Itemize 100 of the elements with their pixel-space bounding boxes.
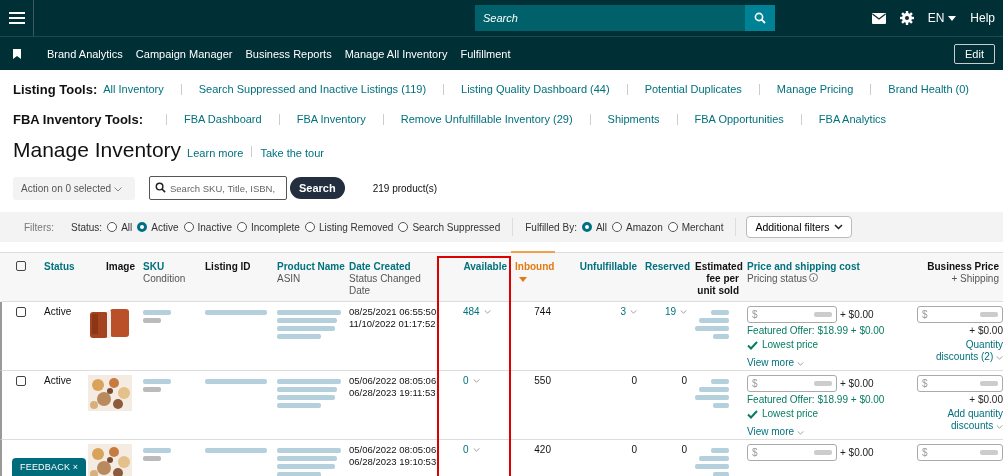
radio-label: Search Suppressed: [412, 221, 501, 233]
mail-icon[interactable]: [871, 12, 886, 24]
column-header: Image: [106, 261, 135, 272]
date-text: 05/06/2022 08:05:06: [349, 444, 437, 456]
quantity-discounts-link[interactable]: Add quantity discounts: [923, 408, 1003, 432]
quantity-text: 3: [620, 306, 626, 318]
date-text: 06/28/2023 19:11:53: [349, 387, 436, 399]
blurred-text: [277, 448, 341, 476]
blurred-text: [695, 379, 729, 408]
tool-link[interactable]: Listing Quality Dashboard (44): [461, 83, 610, 95]
date-text: 08/25/2021 06:55:50: [349, 306, 437, 318]
search-icon: [754, 12, 766, 24]
quantity-text: 19: [664, 306, 676, 318]
help-link[interactable]: Take the tour: [260, 147, 324, 159]
column-header[interactable]: Date Created: [349, 261, 411, 272]
tool-link[interactable]: FBA Opportunities: [694, 113, 784, 125]
tool-link[interactable]: Manage Pricing: [776, 83, 854, 95]
column-header: Estimated fee per unit sold: [695, 261, 743, 296]
additional-filters-button[interactable]: Additional filters: [746, 216, 852, 238]
tool-link[interactable]: Shipments: [607, 113, 660, 125]
radio-button[interactable]: [183, 222, 194, 232]
tools-label: FBA Inventory Tools:: [13, 111, 143, 127]
tool-link[interactable]: Potential Duplicates: [644, 83, 742, 95]
filters-label: Filters:: [24, 221, 54, 233]
radio-button[interactable]: [667, 222, 678, 232]
radio-label: Merchant: [681, 221, 724, 233]
radio-button[interactable]: [581, 222, 592, 232]
tools-label: Listing Tools:: [13, 81, 98, 97]
language-dropdown[interactable]: EN: [927, 11, 957, 25]
bookmark-icon[interactable]: [13, 48, 21, 59]
nav-link[interactable]: Fulfillment: [460, 47, 511, 60]
chevron-icon: [996, 356, 1003, 360]
quantity-discounts-link[interactable]: Quantity discounts (2): [923, 339, 1003, 363]
checkbox[interactable]: [16, 261, 26, 271]
column-header[interactable]: SKU: [143, 261, 165, 272]
nav-link[interactable]: Business Reports: [245, 47, 332, 60]
tool-link[interactable]: All Inventory: [103, 83, 164, 95]
tool-link[interactable]: FBA Analytics: [818, 113, 887, 125]
featured-offer-text: Featured Offer: $18.99 + $0.00: [747, 325, 886, 337]
search-field[interactable]: Search: [475, 5, 745, 31]
column-header[interactable]: Product Name: [277, 261, 345, 272]
shipping-text: + $0.00: [840, 377, 874, 390]
blurred-text: [205, 310, 267, 315]
action-dropdown[interactable]: Action on 0 selected: [13, 176, 135, 200]
nav-link[interactable]: Brand Analytics: [47, 47, 123, 60]
column-header[interactable]: Status: [44, 261, 75, 272]
date-text: 05/06/2022 08:05:06: [349, 375, 437, 387]
check-icon: [747, 409, 758, 419]
feedback-button[interactable]: FEEDBACK ×: [12, 458, 87, 476]
radio-button[interactable]: [236, 222, 247, 232]
quantity-link[interactable]: 484: [463, 306, 480, 318]
radio-button[interactable]: [612, 222, 623, 232]
radio-button[interactable]: [137, 222, 148, 232]
tool-link[interactable]: FBA Inventory: [296, 113, 366, 125]
help-link[interactable]: Learn more: [187, 147, 244, 159]
tool-link[interactable]: FBA Dashboard: [184, 113, 262, 125]
product-count: 219 product(s): [372, 182, 438, 194]
column-subheader: Pricing status: [747, 273, 904, 285]
column-header[interactable]: Price and shipping cost: [747, 261, 860, 272]
search-icon: [155, 182, 166, 193]
search-button[interactable]: Search: [290, 177, 345, 199]
edit-button[interactable]: Edit: [954, 43, 995, 64]
radio-button[interactable]: [107, 222, 118, 232]
column-header[interactable]: Unfulfillable: [579, 261, 637, 272]
column-subheader: ASIN: [277, 273, 302, 285]
radio-button[interactable]: [304, 222, 315, 232]
quantity-text: 550: [534, 375, 551, 387]
column-header[interactable]: Available: [463, 261, 507, 272]
shipping-text: + $0.00: [840, 446, 874, 459]
radio-button[interactable]: [398, 222, 409, 232]
checkbox[interactable]: [16, 376, 26, 386]
close-icon[interactable]: ×: [72, 462, 79, 472]
view-more-link[interactable]: View more: [747, 426, 904, 438]
nav-link[interactable]: Campaign Manager: [135, 47, 233, 60]
tool-link[interactable]: Remove Unfulfillable Inventory (29): [400, 113, 573, 125]
column-subheader: Status Changed Date: [349, 273, 422, 297]
nav-link[interactable]: Manage All Inventory: [344, 47, 448, 60]
column-header[interactable]: Reserved: [645, 261, 691, 272]
column-subheader: Condition: [143, 273, 187, 285]
radio-label: Active: [151, 221, 179, 233]
checkbox[interactable]: [16, 307, 26, 317]
shipping-text: + $0.00: [969, 325, 1003, 337]
shipping-text: + $0.00: [840, 308, 874, 321]
tool-link[interactable]: Search Suppressed and Inactive Listings (119): [198, 83, 427, 95]
quantity-text: 744: [534, 306, 551, 318]
view-more-link[interactable]: View more: [747, 357, 904, 369]
info-icon[interactable]: [809, 273, 819, 282]
radio-label: Inactive: [197, 221, 232, 233]
status-text: Active: [44, 306, 72, 317]
date-text: 11/10/2022 01:17:52: [349, 318, 436, 330]
search-button[interactable]: [745, 5, 775, 31]
column-header: Listing ID: [205, 261, 251, 272]
quantity-text: 420: [534, 444, 551, 456]
quantity-link[interactable]: 0: [463, 444, 469, 456]
search-field[interactable]: Search SKU, Title, ISBN,: [149, 176, 287, 200]
tool-link[interactable]: Brand Health (0): [888, 83, 969, 95]
quantity-link[interactable]: 0: [463, 375, 469, 387]
settings-icon[interactable]: [899, 11, 914, 25]
help-link[interactable]: Help: [970, 11, 995, 25]
filter-label: Fulfilled By:: [525, 221, 577, 233]
